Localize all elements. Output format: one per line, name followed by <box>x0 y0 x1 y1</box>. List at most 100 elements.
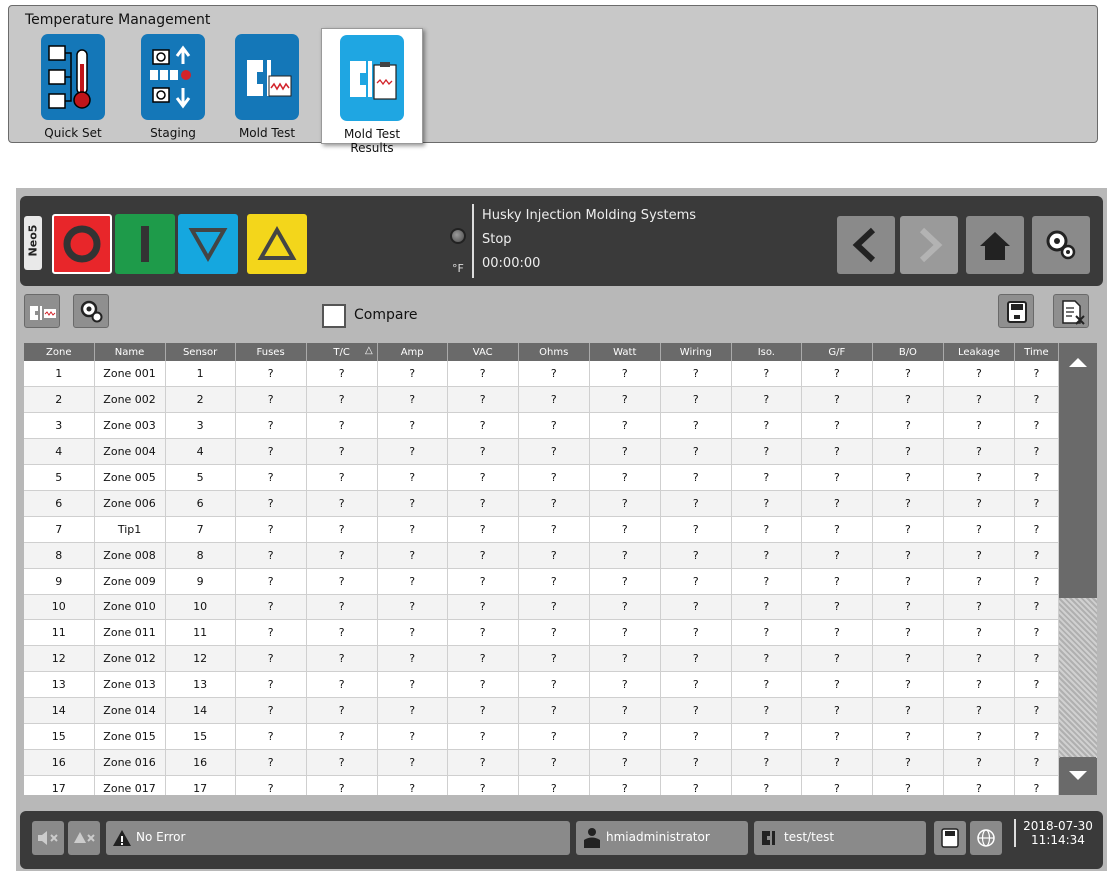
language-button[interactable] <box>970 821 1002 855</box>
table-cell: ? <box>801 568 873 595</box>
home-button[interactable] <box>966 216 1024 274</box>
table-row[interactable]: 10 Zone 010 10???????????? <box>24 594 1059 621</box>
table-cell: ? <box>660 723 732 750</box>
app-mold-test-results[interactable]: Mold Test Results <box>321 28 423 155</box>
table-cell: ? <box>306 775 378 795</box>
clear-results-button[interactable] <box>1053 294 1089 328</box>
table-cell: Zone 010 <box>94 594 166 621</box>
table-cell: ? <box>801 645 873 673</box>
table-cell: ? <box>589 464 661 491</box>
table-cell: ? <box>943 723 1015 750</box>
back-button[interactable] <box>837 216 895 274</box>
stop-mode-button[interactable] <box>52 214 112 274</box>
sort-indicator-icon: △ <box>364 345 373 356</box>
table-cell: 14 <box>24 697 95 724</box>
column-header[interactable]: Name <box>94 343 166 361</box>
table-cell: ? <box>872 645 944 673</box>
column-header[interactable]: VAC <box>447 343 519 361</box>
table-cell: Zone 001 <box>94 361 166 388</box>
column-header[interactable]: Leakage <box>943 343 1015 361</box>
table-row[interactable]: 5 Zone 005 5???????????? <box>24 464 1059 491</box>
table-cell: ? <box>235 438 307 466</box>
app-mold-test[interactable]: Mold Test <box>221 28 313 144</box>
column-header[interactable]: Wiring <box>660 343 732 361</box>
run-mode-button[interactable] <box>115 214 175 274</box>
setback-mode-button[interactable] <box>178 214 238 274</box>
user-field[interactable]: hmiadministrator <box>576 821 748 855</box>
table-cell: ? <box>801 619 873 647</box>
settings-button[interactable] <box>1032 216 1090 274</box>
column-header[interactable]: G/F <box>801 343 873 361</box>
table-cell: ? <box>306 568 378 595</box>
table-cell: ? <box>377 386 448 414</box>
table-cell: ? <box>306 594 378 621</box>
column-header[interactable]: Fuses <box>235 343 307 361</box>
table-cell: ? <box>235 749 307 776</box>
table-scrollbar[interactable] <box>1059 343 1097 795</box>
column-header[interactable]: Iso. <box>731 343 802 361</box>
column-header[interactable]: B/O <box>872 343 944 361</box>
table-cell: ? <box>377 749 448 776</box>
column-header[interactable]: Sensor <box>165 343 236 361</box>
column-header[interactable]: Amp <box>377 343 448 361</box>
table-cell: ? <box>801 723 873 750</box>
save-results-button[interactable] <box>998 294 1034 328</box>
table-cell: ? <box>518 361 590 388</box>
boost-mode-button[interactable] <box>247 214 307 274</box>
table-row[interactable]: 13 Zone 013 13???????????? <box>24 671 1059 699</box>
table-cell: ? <box>731 361 802 388</box>
table-cell: ? <box>943 594 1015 621</box>
mute-alarm-button[interactable] <box>32 821 64 855</box>
mold-field[interactable]: test/test <box>754 821 926 855</box>
test-settings-button[interactable] <box>73 294 109 328</box>
table-row[interactable]: 11 Zone 011 11???????????? <box>24 619 1059 647</box>
table-cell: ? <box>1014 775 1059 795</box>
table-cell: ? <box>235 464 307 491</box>
status-lamp-icon <box>450 228 466 244</box>
speaker-mute-icon <box>38 831 58 845</box>
table-row[interactable]: 1 Zone 001 1???????????? <box>24 361 1059 388</box>
save-footer-button[interactable] <box>934 821 966 855</box>
mold-test-view-button[interactable] <box>24 294 60 328</box>
table-row[interactable]: 17 Zone 017 17???????????? <box>24 775 1059 795</box>
column-header[interactable]: Ohms <box>518 343 590 361</box>
table-cell: ? <box>660 386 732 414</box>
reset-alarm-button[interactable] <box>68 821 100 855</box>
table-row[interactable]: 12 Zone 012 12???????????? <box>24 645 1059 673</box>
table-row[interactable]: 15 Zone 015 15???????????? <box>24 723 1059 750</box>
table-row[interactable]: 16 Zone 016 16???????????? <box>24 749 1059 776</box>
table-row[interactable]: 9 Zone 009 9???????????? <box>24 568 1059 595</box>
table-row[interactable]: 7 Tip1 7???????????? <box>24 516 1059 543</box>
table-row[interactable]: 3 Zone 003 3???????????? <box>24 412 1059 440</box>
table-cell: ? <box>447 464 519 491</box>
table-row[interactable]: 2 Zone 002 2???????????? <box>24 386 1059 414</box>
table-cell: ? <box>660 775 732 795</box>
table-row[interactable]: 14 Zone 014 14???????????? <box>24 697 1059 724</box>
table-cell: 7 <box>24 516 95 543</box>
forward-button[interactable] <box>900 216 958 274</box>
table-row[interactable]: 8 Zone 008 8???????????? <box>24 542 1059 569</box>
compare-checkbox[interactable] <box>322 304 346 328</box>
table-cell: ? <box>660 749 732 776</box>
table-row[interactable]: 6 Zone 006 6???????????? <box>24 490 1059 517</box>
app-staging[interactable]: Staging <box>127 28 219 144</box>
column-header[interactable]: Watt <box>589 343 661 361</box>
table-cell: ? <box>943 516 1015 543</box>
machine-tab[interactable]: Neo5 <box>24 216 42 270</box>
column-header[interactable]: T/C △ <box>306 343 378 361</box>
table-cell: ? <box>447 671 519 699</box>
scroll-up-button[interactable] <box>1060 345 1096 381</box>
table-cell: ? <box>235 594 307 621</box>
table-cell: 4 <box>165 438 236 466</box>
error-status-field[interactable]: No Error <box>106 821 570 855</box>
scrollbar-track[interactable] <box>1059 598 1097 758</box>
warning-icon <box>113 830 131 846</box>
table-cell: 1 <box>165 361 236 388</box>
scroll-down-button[interactable] <box>1060 757 1096 793</box>
table-cell: ? <box>943 542 1015 569</box>
column-header[interactable]: Time <box>1014 343 1059 361</box>
table-row[interactable]: 4 Zone 004 4???????????? <box>24 438 1059 466</box>
app-quick-set[interactable]: Quick Set <box>27 28 119 144</box>
column-header[interactable]: Zone <box>24 343 95 361</box>
table-cell: ? <box>801 464 873 491</box>
